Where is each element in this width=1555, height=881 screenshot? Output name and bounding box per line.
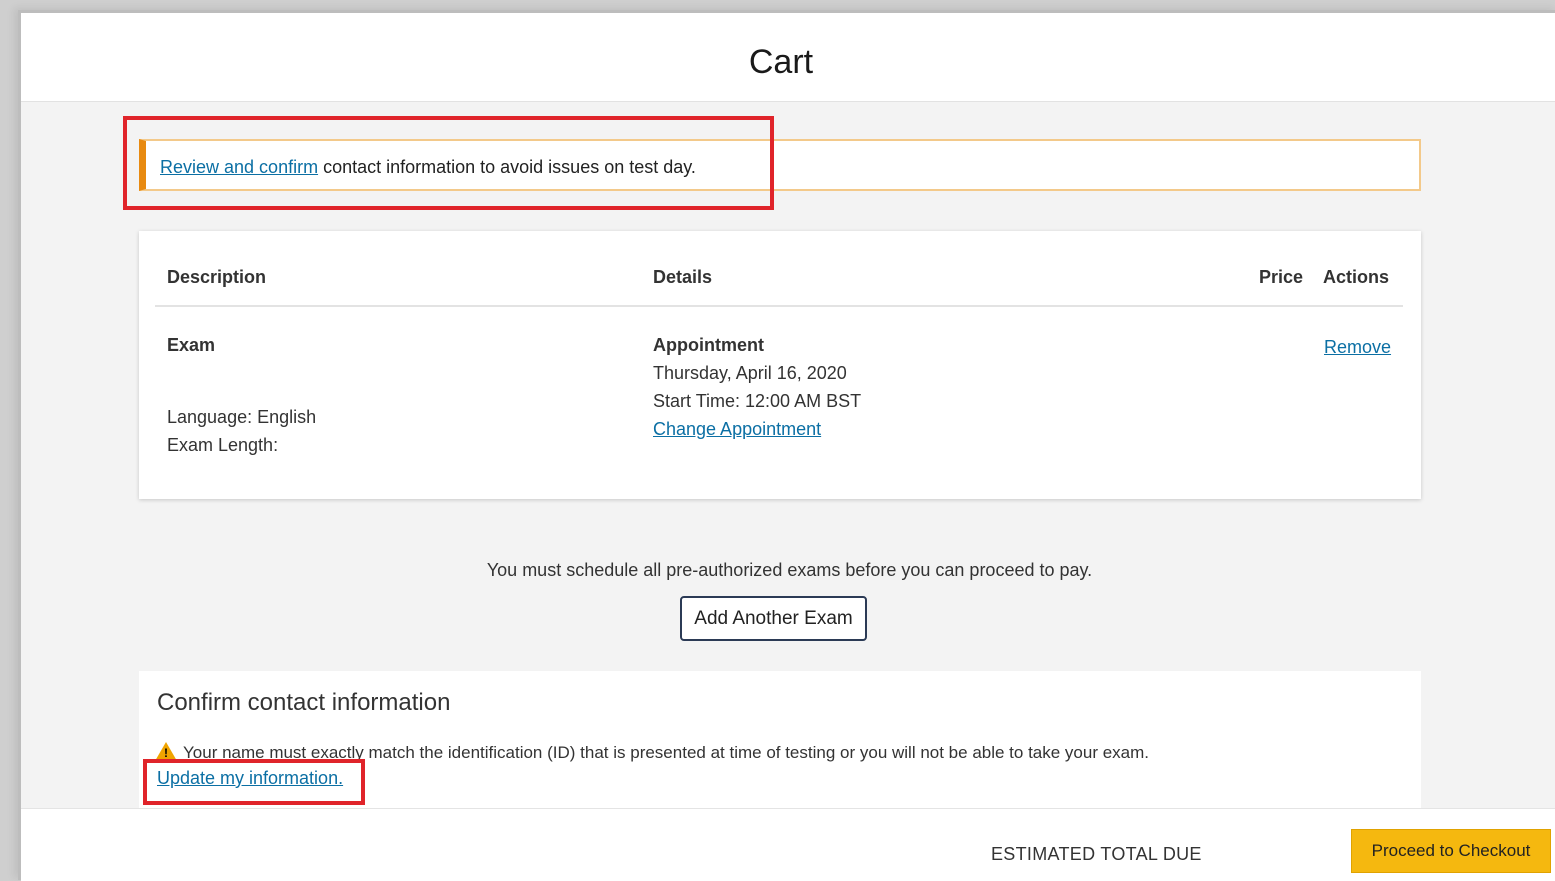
add-another-exam-button[interactable]: Add Another Exam (680, 596, 867, 641)
alert-text: contact information to avoid issues on t… (318, 157, 696, 177)
confirm-contact-section: Confirm contact information ! Your name m… (139, 671, 1421, 811)
exam-cell: Exam (167, 331, 215, 359)
browser-window: Cart Review and confirm contact informat… (18, 10, 1555, 881)
appointment-cell: Appointment Thursday, April 16, 2020 Sta… (653, 331, 861, 443)
name-warning: ! Your name must exactly match the identi… (155, 739, 1149, 763)
update-information-link[interactable]: Update my information. (157, 768, 343, 789)
exam-length: Exam Length: (167, 435, 279, 455)
appointment-start-time: Start Time: 12:00 AM BST (653, 391, 862, 411)
header-details: Details (653, 267, 713, 287)
header-description: Description (167, 267, 267, 287)
proceed-to-checkout-button[interactable]: Proceed to Checkout (1351, 829, 1551, 873)
exam-title: Exam (167, 335, 216, 355)
warning-triangle-icon: ! (155, 742, 177, 761)
alert-message: Review and confirm contact information t… (160, 157, 696, 178)
contact-review-alert: Review and confirm contact information t… (139, 139, 1421, 191)
estimated-total-label: ESTIMATED TOTAL DUE (991, 844, 1202, 864)
page-header: Cart (21, 13, 1555, 102)
contact-section-title: Confirm contact information (157, 689, 451, 716)
review-confirm-link[interactable]: Review and confirm (160, 157, 318, 177)
schedule-note: You must schedule all pre-authorized exa… (486, 560, 1093, 580)
change-appointment-link[interactable]: Change Appointment (653, 419, 821, 439)
page-title: Cart (748, 43, 814, 81)
appointment-title: Appointment (653, 335, 764, 355)
checkout-footer: ESTIMATED TOTAL DUE Proceed to Checkout (21, 808, 1555, 881)
header-price: Price (1259, 267, 1304, 287)
exam-language: Language: English (167, 407, 317, 427)
exam-meta: Language: English Exam Length: (167, 403, 316, 459)
warning-text: Your name must exactly match the identif… (183, 743, 1150, 762)
actions-cell: Remove (1324, 333, 1391, 361)
appointment-date: Thursday, April 16, 2020 (653, 363, 847, 383)
header-actions: Actions (1323, 267, 1390, 287)
remove-link[interactable]: Remove (1324, 337, 1391, 357)
header-divider (155, 305, 1403, 307)
cart-table: Description Details Price Actions Exam L… (139, 231, 1421, 499)
